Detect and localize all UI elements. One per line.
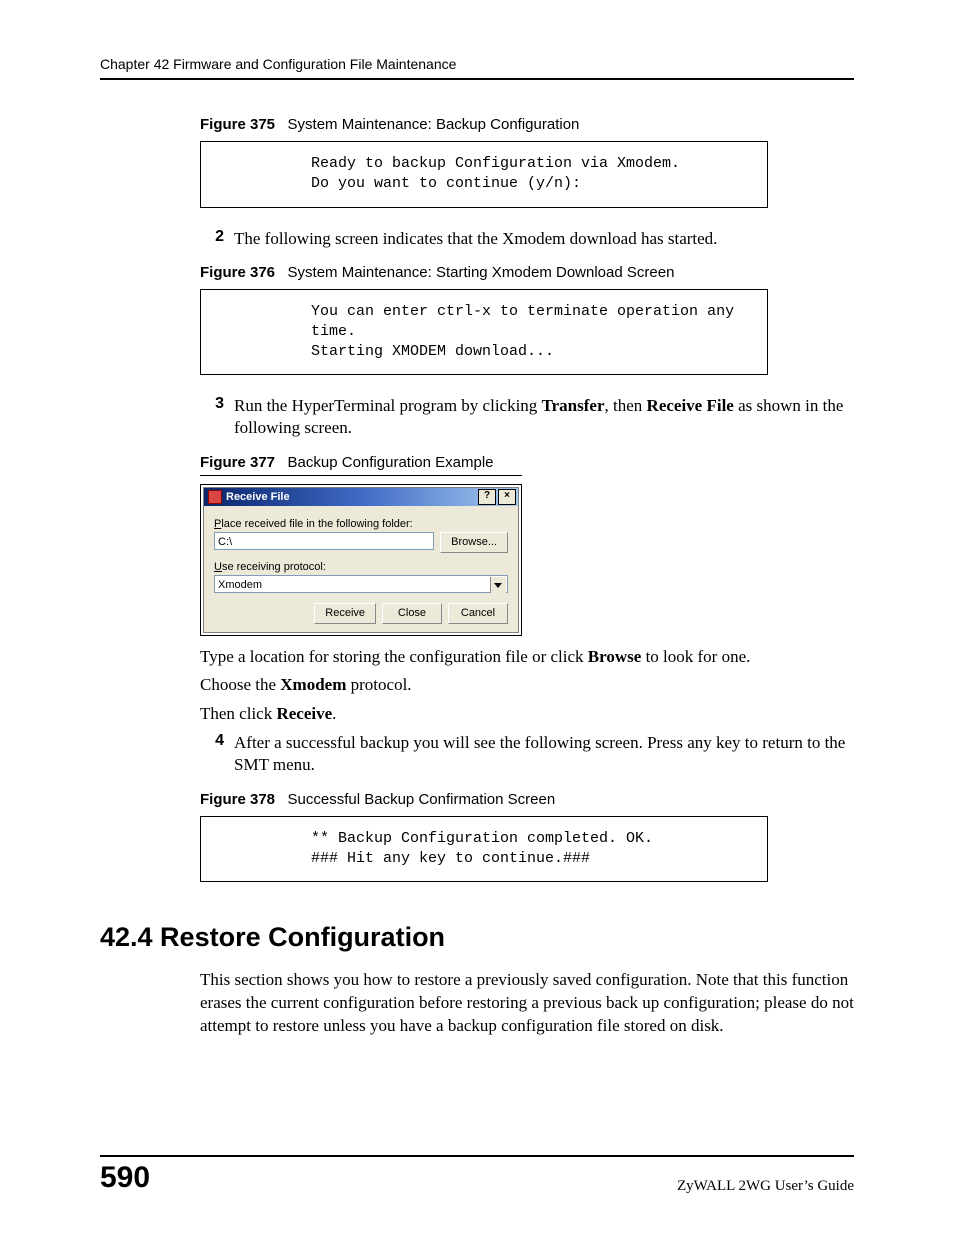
figure-375-label: Figure 375 bbox=[200, 116, 275, 133]
figure-378-caption: Figure 378 Successful Backup Confirmatio… bbox=[200, 791, 854, 808]
step-3: 3 Run the HyperTerminal program by click… bbox=[200, 395, 854, 439]
figure-378-label: Figure 378 bbox=[200, 791, 275, 808]
section-42-4-heading: 42.4 Restore Configuration bbox=[100, 922, 854, 953]
figure-376-caption: Figure 376 System Maintenance: Starting … bbox=[200, 264, 854, 281]
folder-input[interactable]: C:\ bbox=[214, 532, 434, 550]
receive-button[interactable]: Receive bbox=[314, 603, 376, 624]
dialog-title: Receive File bbox=[226, 491, 476, 503]
figure-377-caption: Figure 377 Backup Configuration Example bbox=[200, 454, 522, 476]
browse-button[interactable]: Browse... bbox=[440, 532, 508, 553]
figure-377-title: Backup Configuration Example bbox=[288, 454, 494, 471]
step-4-text: After a successful backup you will see t… bbox=[234, 732, 854, 776]
figure-376-title: System Maintenance: Starting Xmodem Down… bbox=[288, 264, 675, 281]
folder-label: Place received file in the following fol… bbox=[214, 518, 508, 530]
step-2-text: The following screen indicates that the … bbox=[234, 228, 717, 250]
step-2: 2 The following screen indicates that th… bbox=[200, 228, 854, 250]
close-button[interactable]: × bbox=[498, 489, 516, 505]
running-header: Chapter 42 Firmware and Configuration Fi… bbox=[100, 56, 854, 80]
cancel-button[interactable]: Cancel bbox=[448, 603, 508, 624]
figure-376-code: You can enter ctrl-x to terminate operat… bbox=[200, 289, 768, 376]
figure-378-code: ** Backup Configuration completed. OK. #… bbox=[200, 816, 768, 883]
step-3-number: 3 bbox=[200, 395, 224, 439]
guide-name: ZyWALL 2WG User’s Guide bbox=[677, 1178, 854, 1195]
help-button[interactable]: ? bbox=[478, 489, 496, 505]
dialog-titlebar: Receive File ? × bbox=[204, 488, 518, 506]
step-3-text: Run the HyperTerminal program by clickin… bbox=[234, 395, 854, 439]
figure-375-title: System Maintenance: Backup Configuration bbox=[288, 116, 580, 133]
protocol-select[interactable]: Xmodem bbox=[214, 575, 508, 593]
para-type-location: Type a location for storing the configur… bbox=[200, 646, 854, 669]
para-choose-protocol: Choose the Xmodem protocol. bbox=[200, 674, 854, 697]
figure-376-label: Figure 376 bbox=[200, 264, 275, 281]
dialog-app-icon bbox=[208, 490, 222, 504]
figure-375-caption: Figure 375 System Maintenance: Backup Co… bbox=[200, 116, 854, 133]
section-42-4-para: This section shows you how to restore a … bbox=[200, 969, 854, 1038]
page-footer: 590 ZyWALL 2WG User’s Guide bbox=[100, 1155, 854, 1195]
step-4-number: 4 bbox=[200, 732, 224, 776]
figure-378-title: Successful Backup Confirmation Screen bbox=[288, 791, 556, 808]
step-2-number: 2 bbox=[200, 228, 224, 250]
receive-file-dialog: Receive File ? × Place received file in … bbox=[200, 484, 522, 636]
protocol-label: Use receiving protocol: bbox=[214, 561, 508, 573]
close-dialog-button[interactable]: Close bbox=[382, 603, 442, 624]
step-4: 4 After a successful backup you will see… bbox=[200, 732, 854, 776]
para-then-click: Then click Receive. bbox=[200, 703, 854, 726]
figure-377-label: Figure 377 bbox=[200, 454, 275, 471]
figure-375-code: Ready to backup Configuration via Xmodem… bbox=[200, 141, 768, 208]
page-number: 590 bbox=[100, 1161, 150, 1195]
